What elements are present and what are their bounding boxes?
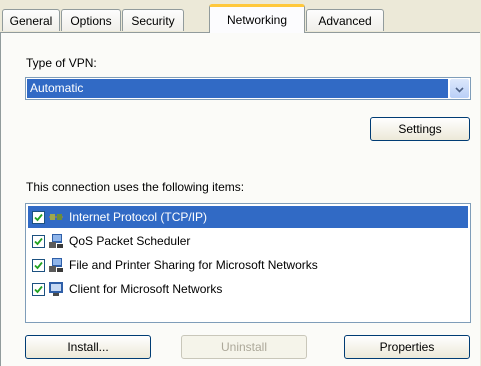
chevron-down-icon [455,82,464,96]
properties-button[interactable]: Properties [344,335,470,359]
item-checkbox[interactable] [32,234,45,248]
install-button[interactable]: Install... [25,335,151,359]
vpn-type-label: Type of VPN: [26,56,97,70]
item-checkbox[interactable] [32,282,45,296]
tab-security[interactable]: Security [122,9,184,31]
vpn-type-value: Automatic [27,79,448,98]
uninstall-button: Uninstall [181,335,307,359]
network-service-icon [48,233,64,249]
settings-button[interactable]: Settings [370,117,470,141]
list-item-tcpip[interactable]: Internet Protocol (TCP/IP) [28,206,468,228]
item-checkbox[interactable] [32,210,45,224]
item-label: Internet Protocol (TCP/IP) [69,210,208,224]
checkmark-icon [34,285,43,293]
checkmark-icon [34,237,43,245]
network-client-icon [48,281,64,297]
tab-options[interactable]: Options [61,9,121,31]
list-item-ms-client[interactable]: Client for Microsoft Networks [28,278,468,300]
list-item-file-printer-sharing[interactable]: File and Printer Sharing for Microsoft N… [28,254,468,276]
tab-strip: General Options Security Networking Adva… [0,0,481,33]
vpn-type-select[interactable]: Automatic [25,77,471,100]
item-checkbox[interactable] [32,258,45,272]
item-label: Client for Microsoft Networks [69,282,223,296]
tab-networking[interactable]: Networking [209,4,305,33]
items-label: This connection uses the following items… [26,180,245,194]
list-item-qos[interactable]: QoS Packet Scheduler [28,230,468,252]
tab-advanced[interactable]: Advanced [306,9,384,31]
tab-general[interactable]: General [2,9,60,31]
checkmark-icon [34,261,43,269]
dropdown-button[interactable] [450,79,469,98]
network-protocol-icon [48,209,64,225]
item-label: File and Printer Sharing for Microsoft N… [69,258,318,272]
checkmark-icon [34,213,43,221]
item-label: QoS Packet Scheduler [69,234,191,248]
network-service-icon [48,257,64,273]
components-list[interactable]: Internet Protocol (TCP/IP) QoS Packet Sc… [25,203,471,323]
